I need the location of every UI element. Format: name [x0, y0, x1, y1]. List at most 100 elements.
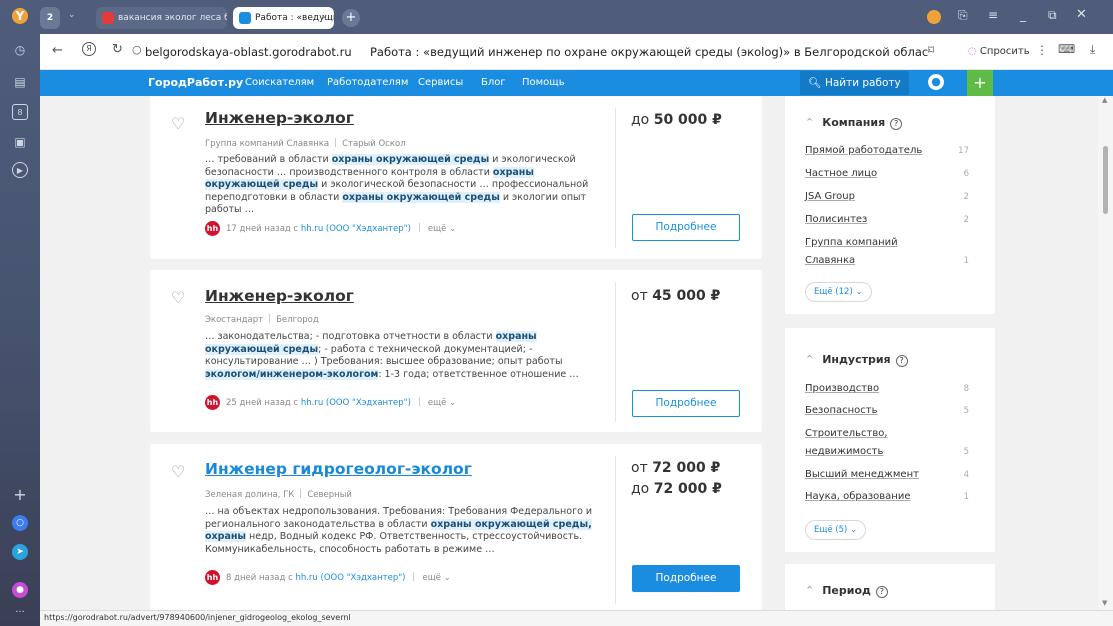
- more-dots-icon[interactable]: ···: [12, 605, 28, 621]
- messenger-icon[interactable]: ●: [12, 582, 28, 598]
- card-divider: [615, 456, 616, 604]
- new-tab-icon[interactable]: +: [342, 9, 360, 27]
- gorodrabot-favicon-icon: [239, 12, 251, 24]
- tab-counter[interactable]: 2: [40, 7, 60, 29]
- favorite-heart-icon[interactable]: ♡: [171, 290, 189, 306]
- tab-active[interactable]: Работа : «ведущий инж ×: [233, 7, 334, 29]
- history-icon[interactable]: ◷: [12, 42, 28, 58]
- job-salary: от 72 000 ₽: [631, 460, 721, 476]
- job-source-link[interactable]: hh.ru (ООО "Хэдхантер"): [301, 398, 411, 408]
- site-logo[interactable]: ГородРабот.ру: [148, 76, 243, 89]
- job-source-link[interactable]: hh.ru (ООО "Хэдхантер"): [295, 573, 405, 583]
- filter-item[interactable]: Безопасность 5: [805, 402, 975, 420]
- add-button[interactable]: +: [967, 70, 993, 96]
- job-meta: hh 25 дней назад с hh.ru (ООО "Хэдхантер"…: [205, 395, 456, 410]
- job-more-link[interactable]: ещё ⌄: [428, 398, 456, 408]
- minimize-icon[interactable]: _: [1020, 8, 1026, 22]
- favorite-heart-icon[interactable]: ♡: [171, 464, 189, 480]
- job-city: Белгород: [276, 315, 319, 325]
- job-company-line: Группа компаний Славянка Старый Оскол: [205, 138, 406, 149]
- job-more-link[interactable]: ещё ⌄: [428, 224, 456, 234]
- nav-blog[interactable]: Блог: [481, 77, 506, 88]
- alice-icon[interactable]: ○: [12, 515, 28, 531]
- snippet-text: … законодательства; - подготовка отчетно…: [205, 331, 496, 342]
- collections-icon[interactable]: ⎘: [958, 8, 968, 23]
- scroll-down-icon[interactable]: ▼: [1102, 599, 1107, 607]
- download-icon[interactable]: ⤓: [1090, 42, 1095, 57]
- filter-item[interactable]: Строительство, недвижимость 5: [805, 425, 969, 461]
- telegram-icon[interactable]: ➤: [12, 544, 28, 560]
- restore-icon[interactable]: ⧉: [1048, 8, 1057, 23]
- filter-item[interactable]: Прямой работодатель 17: [805, 142, 975, 160]
- nav-help[interactable]: Помощь: [522, 77, 565, 88]
- filter-industry-header[interactable]: ⌃ Индустрия?: [805, 353, 908, 367]
- yandex-home-icon[interactable]: Я: [82, 42, 96, 56]
- tabs-dropdown-icon[interactable]: ⌄: [68, 10, 76, 20]
- job-title[interactable]: Инженер-эколог: [205, 287, 354, 305]
- status-url: https://gorodrabot.ru/advert/978940600/i…: [40, 610, 1113, 626]
- job-company: Зеленая долина, ГК: [205, 490, 295, 500]
- tab-inactive[interactable]: вакансия эколог леса бе: [96, 7, 227, 29]
- filter-item[interactable]: Наука, образование 1: [805, 488, 975, 506]
- site-security-icon[interactable]: ○: [132, 43, 142, 56]
- nav-services[interactable]: Сервисы: [418, 77, 463, 88]
- filter-company-more-button[interactable]: Ещё (12) ⌄: [805, 282, 872, 302]
- scrollbar-thumb[interactable]: [1103, 146, 1108, 214]
- help-icon[interactable]: ?: [895, 355, 908, 367]
- menu-icon[interactable]: ≡: [988, 8, 998, 22]
- add-panel-icon[interactable]: +: [12, 487, 28, 503]
- filter-item[interactable]: Полисинтез 2: [805, 211, 975, 229]
- reload-icon[interactable]: ↻: [112, 42, 123, 57]
- play-icon[interactable]: ▶: [12, 162, 28, 178]
- find-job-button[interactable]: 🔍︎ Найти работу: [800, 71, 909, 95]
- back-icon[interactable]: ←: [52, 43, 63, 58]
- details-button[interactable]: Подробнее: [632, 214, 740, 241]
- job-salary: до 50 000 ₽: [631, 112, 722, 128]
- details-button[interactable]: Подробнее: [632, 390, 740, 417]
- filter-item[interactable]: Высший менеджмент 4: [805, 466, 975, 484]
- user-icon[interactable]: ●: [928, 74, 944, 90]
- job-title[interactable]: Инженер гидрогеолог-эколог: [205, 460, 472, 478]
- scroll-up-icon[interactable]: ▲: [1102, 96, 1107, 104]
- help-icon[interactable]: ?: [890, 118, 903, 130]
- reader-icon[interactable]: ⌨: [1058, 42, 1075, 56]
- details-button[interactable]: Подробнее: [632, 565, 740, 592]
- job-source-link[interactable]: hh.ru (ООО "Хэдхантер"): [301, 224, 411, 234]
- nav-employers[interactable]: Работодателям: [327, 77, 408, 88]
- address-bar: ← Я ↻ ○ belgorodskaya-oblast.gorodrabot.…: [40, 34, 1113, 70]
- job-company-line: Зеленая долина, ГК Северный: [205, 489, 352, 500]
- help-icon[interactable]: ?: [875, 586, 888, 598]
- ask-label: Спросить: [979, 46, 1030, 57]
- notes-icon[interactable]: ▤: [12, 74, 28, 90]
- nav-jobseekers[interactable]: Соискателям: [245, 77, 314, 88]
- collapse-icon: ⌃: [805, 116, 815, 129]
- filter-industry-more-button[interactable]: Ещё (5) ⌄: [805, 520, 867, 540]
- more-vert-icon[interactable]: ⋮: [1036, 43, 1048, 57]
- browser-logo-icon[interactable]: Y: [12, 8, 28, 24]
- close-window-icon[interactable]: ✕: [1076, 7, 1087, 22]
- counter-icon[interactable]: 8: [12, 104, 28, 120]
- job-more-link[interactable]: ещё ⌄: [422, 573, 450, 583]
- close-tab-icon[interactable]: ×: [320, 7, 328, 29]
- bookmark-icon[interactable]: ⌑: [928, 43, 934, 57]
- url-field[interactable]: belgorodskaya-oblast.gorodrabot.ru: [145, 45, 352, 59]
- profile-icon[interactable]: [927, 10, 941, 24]
- job-title[interactable]: Инженер-эколог: [205, 109, 354, 127]
- gallery-icon[interactable]: ▣: [12, 134, 28, 150]
- filter-item[interactable]: JSA Group 2: [805, 188, 975, 206]
- favorite-heart-icon[interactable]: ♡: [171, 116, 189, 132]
- filter-item[interactable]: Частное лицо 6: [805, 165, 975, 183]
- job-company-line: Экостандарт Белгород: [205, 314, 319, 325]
- job-city: Северный: [307, 490, 352, 500]
- tab-strip: 2 ⌄ вакансия эколог леса бе Работа : «ве…: [40, 0, 1113, 34]
- filter-item[interactable]: Группа компаний Славянка 1: [805, 234, 969, 270]
- ask-button[interactable]: ◌ Спросить: [958, 42, 1040, 62]
- page-scrollbar[interactable]: ▲ ▼: [1098, 96, 1113, 610]
- filter-period-header[interactable]: ⌃ Период?: [805, 584, 888, 598]
- job-company: Группа компаний Славянка: [205, 139, 330, 149]
- filter-item[interactable]: Производство 8: [805, 380, 975, 398]
- search-icon: 🔍︎: [808, 77, 822, 89]
- snippet-highlight: экологом/инженером-экологом: [205, 368, 379, 380]
- site-header: ГородРабот.ру Соискателям Работодателям …: [40, 70, 1113, 96]
- filter-company-header[interactable]: ⌃ Компания?: [805, 116, 903, 130]
